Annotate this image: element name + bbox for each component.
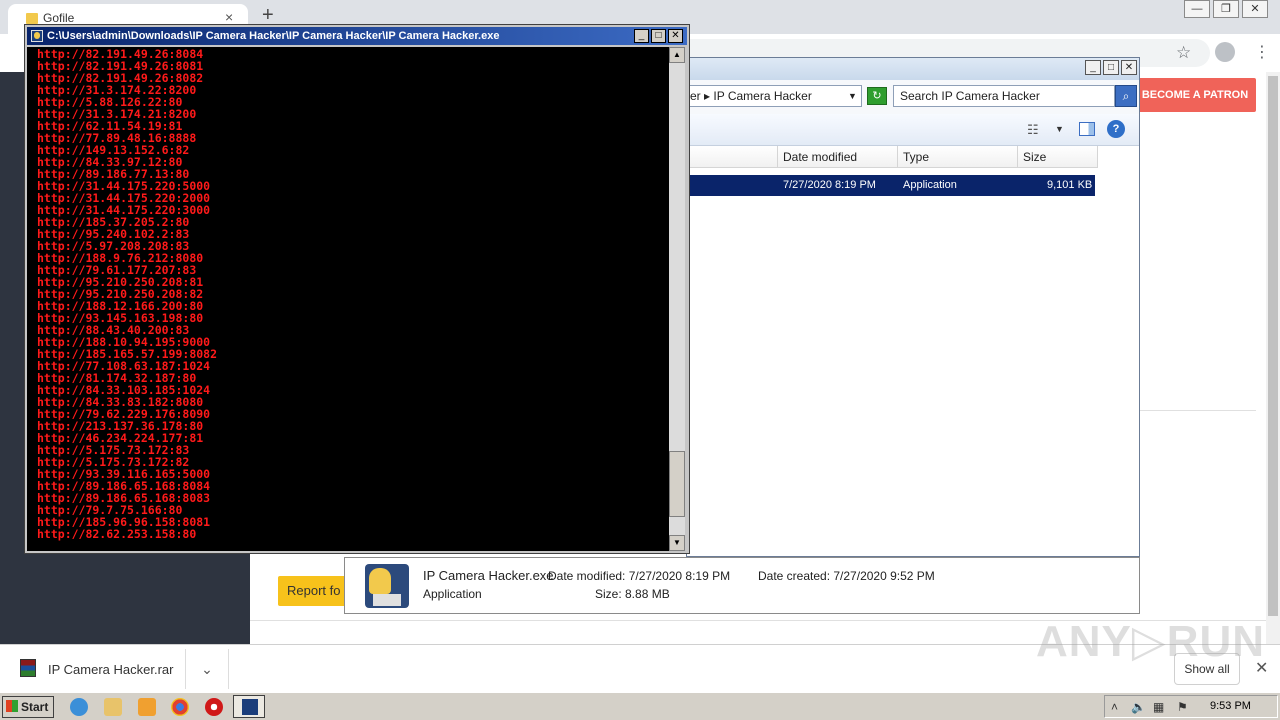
- help-icon[interactable]: ?: [1107, 120, 1125, 138]
- windows-logo-icon: [6, 700, 18, 712]
- media-player-icon[interactable]: [138, 698, 156, 716]
- console-window-controls: _ □ ✕: [632, 29, 683, 43]
- volume-icon[interactable]: 🔈: [1131, 700, 1146, 714]
- bookmark-star-icon[interactable]: ☆: [1176, 43, 1191, 63]
- explorer-minimize-icon[interactable]: _: [1085, 60, 1101, 75]
- start-button[interactable]: Start: [2, 696, 54, 718]
- console-window: C:\Users\admin\Downloads\IP Camera Hacke…: [24, 24, 690, 554]
- internet-explorer-icon[interactable]: [70, 698, 88, 716]
- close-window-icon[interactable]: ✕: [1242, 0, 1268, 18]
- details-file-type: Application: [423, 587, 482, 601]
- console-minimize-icon[interactable]: _: [634, 29, 649, 43]
- taskbar-console-app[interactable]: [233, 695, 265, 718]
- explorer-titlebar[interactable]: _ □ ✕: [687, 58, 1139, 80]
- console-lines: http://82.191.49.26:8084 http://82.191.49…: [27, 47, 669, 540]
- folder-favicon-icon: [26, 13, 38, 24]
- details-date-modified: Date modified: 7/27/2020 8:19 PM: [548, 569, 731, 583]
- report-button[interactable]: Report fo: [278, 576, 348, 606]
- console-maximize-icon[interactable]: □: [651, 29, 666, 43]
- console-title: C:\Users\admin\Downloads\IP Camera Hacke…: [47, 30, 500, 42]
- preview-pane-icon[interactable]: [1079, 122, 1095, 136]
- address-dropdown-icon[interactable]: ▼: [848, 86, 857, 106]
- column-header-size[interactable]: Size: [1018, 146, 1098, 168]
- tab-title: Gofile: [43, 11, 75, 25]
- console-line: http://82.62.253.158:80: [37, 527, 197, 541]
- file-explorer-icon[interactable]: [104, 698, 122, 716]
- explorer-search-input[interactable]: Search IP Camera Hacker: [893, 85, 1115, 107]
- views-icon[interactable]: ☷: [1027, 122, 1039, 138]
- clock: 9:53 PM: [1210, 700, 1251, 712]
- browser-window-controls: — ❐ ✕: [1181, 0, 1268, 18]
- chrome-icon[interactable]: [171, 698, 189, 716]
- scroll-up-icon[interactable]: ▲: [669, 47, 685, 63]
- restore-icon[interactable]: ❐: [1213, 0, 1239, 18]
- page-scrollbar[interactable]: [1266, 72, 1280, 644]
- file-size: 9,101 KB: [1047, 179, 1093, 191]
- explorer-close-icon[interactable]: ✕: [1121, 60, 1137, 75]
- explorer-maximize-icon[interactable]: □: [1103, 60, 1119, 75]
- system-tray: ˄ 🔈 ▦ ⚑ 9:53 PM: [1104, 695, 1278, 718]
- refresh-go-icon[interactable]: ↻: [867, 87, 887, 105]
- minimize-icon[interactable]: —: [1184, 0, 1210, 18]
- console-output[interactable]: http://82.191.49.26:8084 http://82.191.49…: [27, 47, 669, 551]
- details-file-size: Size: 8.88 MB: [595, 587, 670, 601]
- winrar-archive-icon: [20, 659, 36, 677]
- column-header-type[interactable]: Type: [898, 146, 1018, 168]
- breadcrumb: er ▸ IP Camera Hacker: [690, 89, 812, 103]
- column-header-date-modified[interactable]: Date modified: [778, 146, 898, 168]
- console-app-icon: [31, 30, 43, 42]
- network-icon[interactable]: ▦: [1153, 700, 1164, 714]
- explorer-window-controls: _ □ ✕: [1083, 60, 1137, 75]
- column-header-name[interactable]: [687, 146, 778, 168]
- anyrun-watermark: ANY▷RUN: [1036, 617, 1266, 666]
- explorer-address-bar[interactable]: er ▸ IP Camera Hacker ▼: [687, 85, 862, 107]
- views-dropdown-icon[interactable]: ▼: [1055, 124, 1064, 134]
- python-exe-icon: [365, 564, 409, 608]
- details-file-name: IP Camera Hacker.exe: [423, 568, 554, 583]
- explorer-window: _ □ ✕ er ▸ IP Camera Hacker ▼ ↻ Search I…: [686, 57, 1140, 557]
- page-divider: [1138, 410, 1256, 411]
- search-icon[interactable]: ⌕: [1115, 85, 1137, 107]
- console-scrollbar-thumb[interactable]: [669, 451, 685, 517]
- start-label: Start: [21, 700, 49, 714]
- become-patron-button[interactable]: BECOME A PATRON: [1134, 78, 1256, 112]
- details-date-created: Date created: 7/27/2020 9:52 PM: [758, 569, 935, 583]
- opera-icon[interactable]: [205, 698, 223, 716]
- details-pane: IP Camera Hacker.exe Date modified: 7/27…: [344, 557, 1140, 614]
- profile-avatar-icon[interactable]: [1215, 42, 1235, 62]
- page-scrollbar-thumb[interactable]: [1268, 76, 1278, 616]
- chevron-down-icon[interactable]: ⌄: [185, 649, 229, 689]
- file-date-modified: 7/27/2020 8:19 PM: [783, 179, 876, 191]
- scroll-down-icon[interactable]: ▼: [669, 535, 685, 551]
- console-titlebar[interactable]: C:\Users\admin\Downloads\IP Camera Hacke…: [27, 27, 687, 45]
- action-center-flag-icon[interactable]: ⚑: [1177, 700, 1188, 714]
- console-scrollbar[interactable]: ▲ ▼: [669, 47, 685, 551]
- explorer-command-bar: ☷ ▼ ?: [687, 114, 1139, 146]
- console-taskbar-icon: [242, 699, 258, 715]
- download-file-name[interactable]: IP Camera Hacker.rar: [48, 662, 173, 677]
- browser-menu-icon[interactable]: ⋮: [1254, 42, 1270, 62]
- tab-close-icon[interactable]: ×: [225, 9, 233, 25]
- file-type: Application: [903, 179, 957, 191]
- table-row[interactable]: 7/27/2020 8:19 PM Application 9,101 KB: [687, 175, 1095, 196]
- file-list: Date modified Type Size 7/27/2020 8:19 P…: [687, 146, 1139, 556]
- tray-expand-icon[interactable]: ˄: [1111, 700, 1118, 714]
- taskbar: Start ˄ 🔈 ▦ ⚑ 9:53 PM: [0, 692, 1280, 720]
- console-close-icon[interactable]: ✕: [668, 29, 683, 43]
